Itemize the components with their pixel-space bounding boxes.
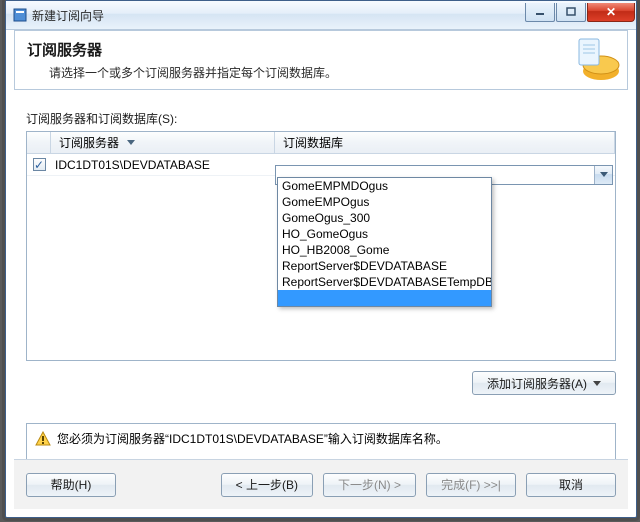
minimize-button[interactable] [525, 3, 555, 22]
titlebar[interactable]: 新建订阅向导 ✕ [6, 1, 636, 30]
dropdown-option[interactable]: GomeEMPOgus [278, 194, 491, 210]
add-subscriber-button[interactable]: 添加订阅服务器(A) [472, 371, 616, 395]
dropdown-option[interactable]: ReportServer$DEVDATABASE [278, 258, 491, 274]
subscriber-grid: 订阅服务器 订阅数据库 ✓ IDC1DT01S\DEVDATABASE [26, 131, 616, 361]
sort-down-icon [127, 140, 135, 145]
app-icon [12, 7, 28, 23]
warning-text: 您必须为订阅服务器“IDC1DT01S\DEVDATABASE”输入订阅数据库名… [57, 430, 448, 447]
cell-server: IDC1DT01S\DEVDATABASE [51, 158, 275, 172]
grid-header: 订阅服务器 订阅数据库 [27, 132, 615, 154]
page-subtitle: 请选择一个或多个订阅服务器并指定每个订阅数据库。 [49, 64, 615, 81]
window-title: 新建订阅向导 [32, 7, 104, 24]
chevron-down-icon [593, 381, 601, 386]
dropdown-option[interactable]: HO_HB2008_Gome [278, 242, 491, 258]
cancel-button[interactable]: 取消 [526, 473, 616, 497]
maximize-button[interactable] [556, 3, 586, 22]
table-row[interactable]: ✓ IDC1DT01S\DEVDATABASE [27, 154, 615, 176]
row-checkbox[interactable]: ✓ [33, 158, 46, 171]
chevron-down-icon [600, 172, 608, 177]
dropdown-option-highlight[interactable] [278, 290, 491, 306]
col-header-check[interactable] [27, 132, 51, 153]
combobox-toggle-button[interactable] [594, 166, 612, 184]
grid-section-label: 订阅服务器和订阅数据库(S): [26, 110, 616, 127]
col-header-server[interactable]: 订阅服务器 [51, 132, 275, 153]
close-button[interactable]: ✕ [587, 3, 635, 22]
back-button[interactable]: < 上一步(B) [221, 473, 313, 497]
page-title: 订阅服务器 [27, 39, 615, 60]
wizard-header: 订阅服务器 请选择一个或多个订阅服务器并指定每个订阅数据库。 [14, 30, 628, 90]
wizard-footer: 帮助(H) < 上一步(B) 下一步(N) > 完成(F) >>| 取消 [14, 459, 628, 509]
dropdown-option[interactable]: HO_GomeOgus [278, 226, 491, 242]
database-dropdown: GomeEMPMDOgus GomeEMPOgus GomeOgus_300 H… [277, 177, 492, 307]
finish-button[interactable]: 完成(F) >>| [426, 473, 516, 497]
col-header-database[interactable]: 订阅数据库 [275, 132, 615, 153]
next-button[interactable]: 下一步(N) > [323, 473, 416, 497]
help-button[interactable]: 帮助(H) [26, 473, 116, 497]
wizard-window: 新建订阅向导 ✕ 订阅服务器 请选择一个或多个订阅服务器并指定每个订阅数据库。 [5, 0, 637, 518]
dropdown-option[interactable]: GomeOgus_300 [278, 210, 491, 226]
wizard-icon [571, 35, 621, 85]
dropdown-option[interactable]: GomeEMPMDOgus [278, 178, 491, 194]
dropdown-option[interactable]: ReportServer$DEVDATABASETempDB [278, 274, 491, 290]
warning-icon [35, 431, 51, 450]
